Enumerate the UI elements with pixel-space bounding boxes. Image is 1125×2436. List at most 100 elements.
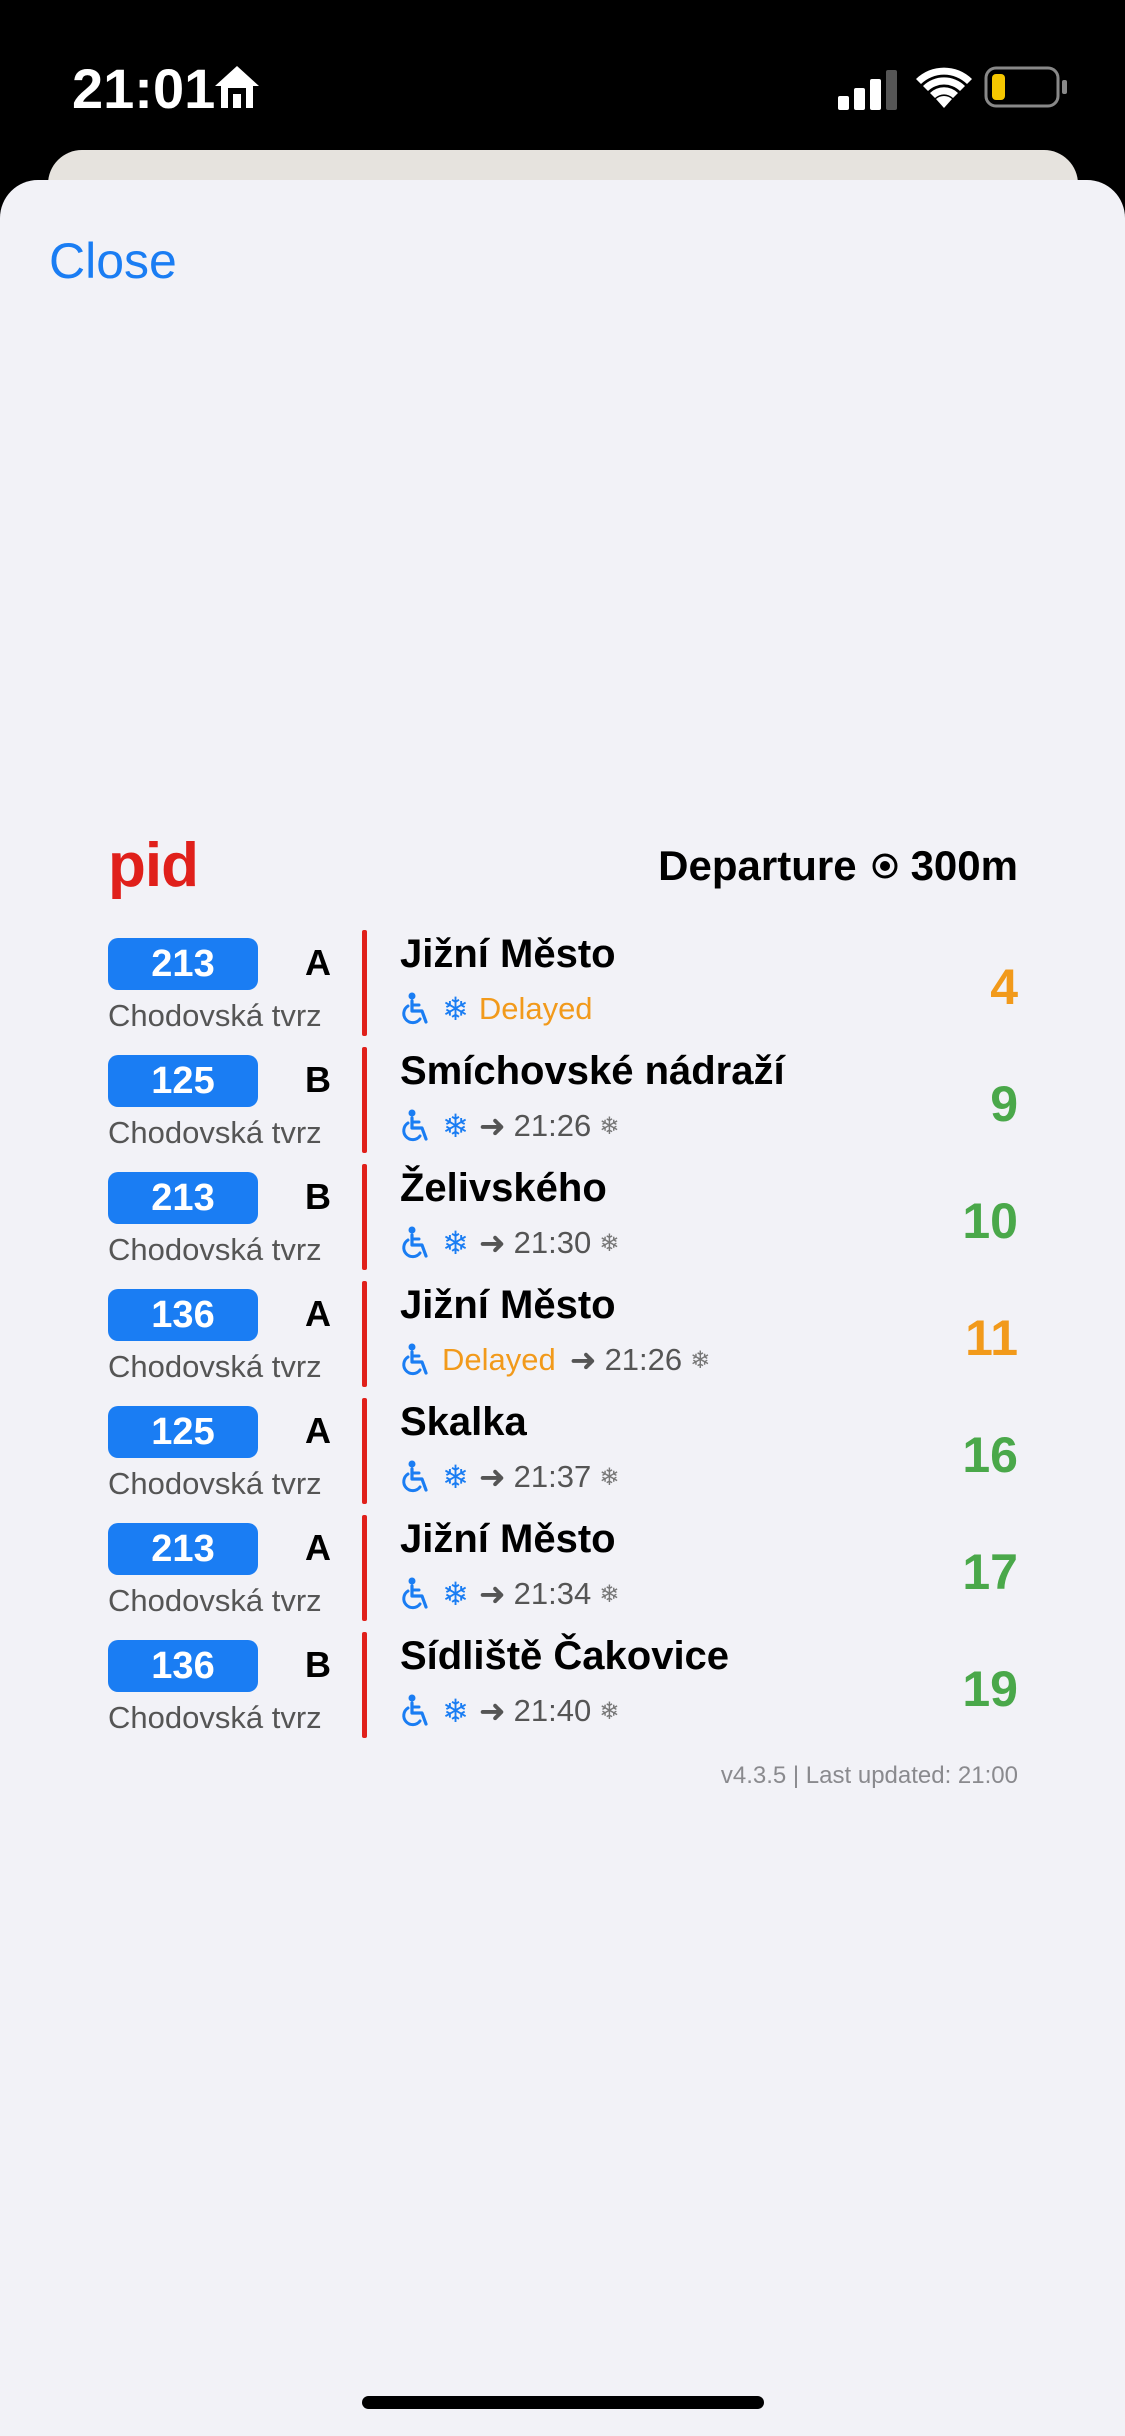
destination-name: Skalka: [400, 1400, 527, 1444]
snowflake-icon: ❄: [690, 1346, 711, 1374]
status-bar: 21:01: [0, 0, 1125, 150]
snowflake-icon: ❄: [442, 1693, 469, 1729]
snowflake-icon: ❄: [599, 1112, 620, 1140]
wheelchair-icon: [402, 1577, 428, 1610]
line-number-badge: 213: [108, 938, 258, 990]
departure-header: Departure 300m: [658, 842, 1018, 890]
arrow-right-icon: ➜: [478, 1108, 506, 1144]
departure-info: ❄ ➜ 21:30 ❄: [400, 1224, 619, 1262]
departure-info: ❄ Delayed: [400, 990, 607, 1028]
line-number-badge: 213: [108, 1172, 258, 1224]
wheelchair-icon: [402, 1343, 428, 1376]
next-departure-time: 21:40: [513, 1693, 592, 1728]
snowflake-icon: ❄: [599, 1229, 620, 1257]
stop-name: Chodovská tvrz: [108, 1583, 322, 1618]
departure-row[interactable]: 136 A Chodovská tvrz Jižní Město Delayed…: [108, 1281, 1018, 1398]
line-number-badge: 136: [108, 1289, 258, 1341]
snowflake-icon: ❄: [442, 991, 469, 1027]
close-button[interactable]: Close: [49, 232, 177, 290]
delayed-label: Delayed: [442, 1342, 556, 1377]
stop-name: Chodovská tvrz: [108, 1700, 322, 1735]
arrow-right-icon: ➜: [478, 1225, 506, 1261]
departure-info: ❄ ➜ 21:37 ❄: [400, 1458, 619, 1496]
stop-name: Chodovská tvrz: [108, 1466, 322, 1501]
minutes-until-departure: 4: [990, 959, 1018, 1015]
delayed-label: Delayed: [478, 991, 593, 1026]
destination-name: Jižní Město: [400, 1283, 616, 1327]
departure-row[interactable]: 125 A Chodovská tvrz Skalka ❄ ➜ 21:37 ❄ 16: [108, 1398, 1018, 1515]
line-number-badge: 136: [108, 1640, 258, 1692]
battery-icon: [984, 66, 1067, 108]
destination-name: Želivského: [400, 1166, 607, 1210]
cellular-signal-icon: [838, 70, 897, 110]
line-number-badge: 125: [108, 1055, 258, 1107]
pid-logo: pid: [108, 831, 199, 900]
departure-row[interactable]: 213 B Chodovská tvrz Želivského ❄ ➜ 21:30 ❄…: [108, 1164, 1018, 1281]
line-number-badge: 125: [108, 1406, 258, 1458]
platform-label: A: [305, 1527, 331, 1568]
destination-name: Sídliště Čakovice: [400, 1634, 730, 1678]
line-divider: [362, 1164, 367, 1270]
destination-name: Smíchovské nádraží: [400, 1049, 785, 1093]
departure-info: Delayed ➜ 21:26 ❄: [400, 1341, 710, 1379]
next-departure-time: 21:26: [604, 1342, 683, 1377]
arrow-right-icon: ➜: [478, 1576, 506, 1612]
line-divider: [362, 1281, 367, 1387]
minutes-until-departure: 11: [965, 1310, 1018, 1366]
departure-row[interactable]: 213 A Chodovská tvrz Jižní Město ❄ ➜ 21:34…: [108, 1515, 1018, 1632]
departure-row[interactable]: 213 A Chodovská tvrz Jižní Město ❄ Delaye…: [108, 930, 1018, 1047]
departure-info: ❄ ➜ 21:26 ❄: [400, 1107, 619, 1145]
minutes-until-departure: 16: [962, 1427, 1018, 1483]
next-departure-time: 21:34: [513, 1576, 592, 1611]
home-icon: [215, 66, 259, 108]
line-number-badge: 213: [108, 1523, 258, 1575]
snowflake-icon: ❄: [442, 1225, 469, 1261]
minutes-until-departure: 17: [962, 1544, 1018, 1600]
departure-info: ❄ ➜ 21:40 ❄: [400, 1692, 619, 1730]
next-departure-time: 21:30: [513, 1225, 592, 1260]
minutes-until-departure: 9: [990, 1076, 1018, 1132]
location-target-icon: [872, 853, 898, 879]
next-departure-time: 21:37: [513, 1459, 592, 1494]
line-divider: [362, 1515, 367, 1621]
minutes-until-departure: 19: [962, 1661, 1018, 1717]
stop-name: Chodovská tvrz: [108, 1115, 322, 1150]
wheelchair-icon: [402, 1226, 428, 1259]
destination-name: Jižní Město: [400, 1517, 616, 1561]
snowflake-icon: ❄: [442, 1459, 469, 1495]
footer-version: v4.3.5 | Last updated: 21:00: [720, 1762, 1018, 1789]
platform-label: B: [305, 1644, 331, 1685]
wheelchair-icon: [402, 1694, 428, 1727]
wheelchair-icon: [402, 1109, 428, 1142]
line-divider: [362, 1047, 367, 1153]
departure-row[interactable]: 136 B Chodovská tvrz Sídliště Čakovice ❄…: [108, 1632, 1018, 1749]
next-departure-time: 21:26: [513, 1108, 592, 1143]
platform-label: A: [305, 942, 331, 983]
departure-info: ❄ ➜ 21:34 ❄: [400, 1575, 619, 1613]
arrow-right-icon: ➜: [478, 1693, 506, 1729]
departure-row[interactable]: 125 B Chodovská tvrz Smíchovské nádraží …: [108, 1047, 1018, 1164]
departure-label: Departure: [658, 842, 857, 889]
snowflake-icon: ❄: [599, 1580, 620, 1608]
minutes-until-departure: 10: [962, 1193, 1018, 1249]
stop-name: Chodovská tvrz: [108, 1349, 322, 1384]
destination-name: Jižní Město: [400, 932, 616, 976]
wheelchair-icon: [402, 1460, 428, 1493]
modal-sheet: Close pid Departure 300m 213 A Chodovská…: [0, 180, 1125, 2436]
snowflake-icon: ❄: [442, 1108, 469, 1144]
snowflake-icon: ❄: [442, 1576, 469, 1612]
line-divider: [362, 1398, 367, 1504]
home-indicator[interactable]: [362, 2396, 764, 2409]
snowflake-icon: ❄: [599, 1463, 620, 1491]
arrow-right-icon: ➜: [478, 1459, 506, 1495]
wifi-icon: [916, 67, 972, 108]
platform-label: B: [305, 1176, 331, 1217]
distance-value: 300m: [910, 842, 1018, 889]
stop-name: Chodovská tvrz: [108, 1232, 322, 1267]
line-divider: [362, 930, 367, 1036]
arrow-right-icon: ➜: [569, 1342, 597, 1378]
stop-name: Chodovská tvrz: [108, 998, 322, 1033]
line-divider: [362, 1632, 367, 1738]
status-time: 21:01: [72, 57, 216, 120]
platform-label: B: [305, 1059, 331, 1100]
